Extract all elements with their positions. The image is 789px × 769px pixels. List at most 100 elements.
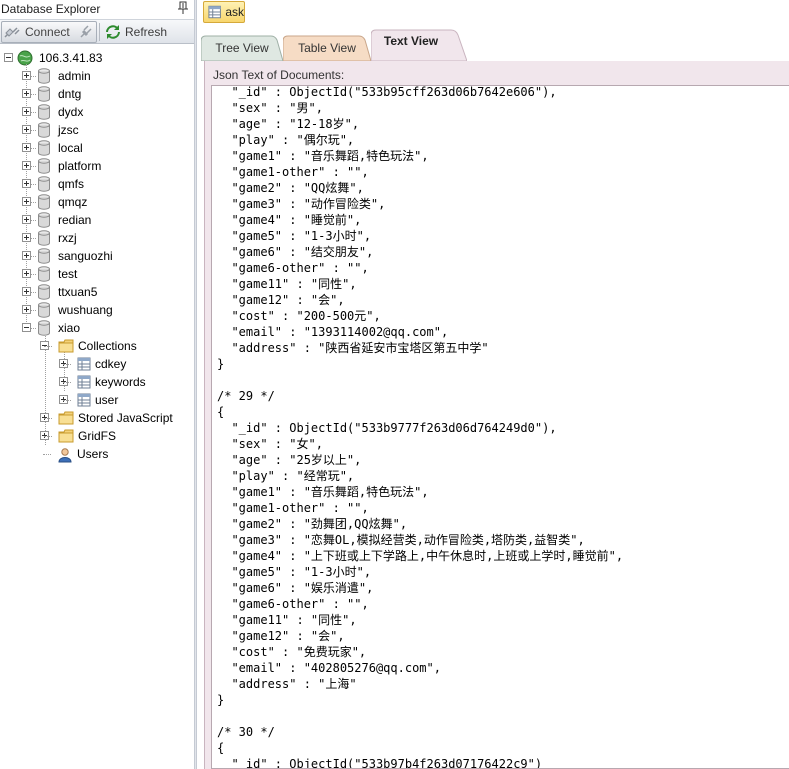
tree-db-redian[interactable]: redian — [0, 211, 194, 229]
database-label: qmqz — [58, 195, 88, 209]
tree-collection-keywords[interactable]: keywords — [0, 373, 194, 391]
server-label: 106.3.41.83 — [39, 51, 103, 65]
expand-icon[interactable] — [22, 161, 31, 170]
tree-db-dydx[interactable]: dydx — [0, 103, 194, 121]
code-line: "game2" : "劲舞团,QQ炫舞", — [217, 517, 408, 531]
collapse-icon[interactable] — [22, 323, 31, 332]
code-line: "game12" : "会", — [217, 293, 345, 307]
code-line: /* 29 */ — [217, 389, 275, 403]
tree-guide-line — [31, 310, 36, 311]
panel-title: Database Explorer — [1, 2, 101, 16]
tree-guide-line — [31, 184, 36, 185]
document-area: ask Tree View Table View Text View Json … — [197, 0, 789, 769]
tree-db-local[interactable]: local — [0, 139, 194, 157]
tree-db-sanguozhi[interactable]: sanguozhi — [0, 247, 194, 265]
expand-icon[interactable] — [22, 107, 31, 116]
database-label: jzsc — [58, 123, 79, 137]
code-line: "age" : "25岁以上", — [217, 453, 362, 467]
tree-collection-keywords-label: keywords — [95, 375, 146, 389]
collection-table-icon — [208, 5, 221, 19]
json-text-editor[interactable]: "_id" : ObjectId("533b95cff263d06b7642e6… — [211, 85, 789, 769]
tree-guide-line — [63, 400, 71, 401]
code-line: "sex" : "女", — [217, 437, 323, 451]
code-line: "_id" : ObjectId("533b97b4f263d07176422c… — [217, 757, 543, 769]
expand-icon[interactable] — [22, 71, 31, 80]
refresh-icon — [106, 25, 120, 39]
expand-icon[interactable] — [22, 125, 31, 134]
tree-db-xiao[interactable]: xiao — [0, 319, 194, 337]
expand-icon[interactable] — [22, 251, 31, 260]
tree-db-qmfs[interactable]: qmfs — [0, 175, 194, 193]
tree-users-label: Users — [77, 447, 109, 461]
tree-db-dntg[interactable]: dntg — [0, 85, 194, 103]
expand-icon[interactable] — [22, 143, 31, 152]
tree-db-admin[interactable]: admin — [0, 67, 194, 85]
tree-db-test[interactable]: test — [0, 265, 194, 283]
tab-table-view[interactable]: Table View — [283, 35, 371, 61]
code-line: /* 30 */ — [217, 725, 275, 739]
view-tabstrip: Tree View Table View Text View — [197, 27, 789, 61]
expand-icon[interactable] — [22, 269, 31, 278]
code-line: } — [217, 693, 225, 707]
tree-db-rxzj[interactable]: rxzj — [0, 229, 194, 247]
code-line: "game4" : "睡觉前", — [217, 213, 362, 227]
tree-server-node[interactable]: 106.3.41.83 — [0, 49, 194, 67]
tree-guide-line — [63, 382, 71, 383]
tree-collection-cdkey[interactable]: cdkey — [0, 355, 194, 373]
expand-icon[interactable] — [22, 179, 31, 188]
connect-label: Connect — [25, 25, 70, 39]
tree-folder-stored-javascript[interactable]: Stored JavaScript — [0, 409, 194, 427]
tab-tree-view[interactable]: Tree View — [201, 35, 283, 61]
tab-tree-view-label: Tree View — [215, 41, 269, 55]
tree-db-qmqz[interactable]: qmqz — [0, 193, 194, 211]
tree-db-platform[interactable]: platform — [0, 157, 194, 175]
code-line: "game3" : "恋舞OL,模拟经营类,动作冒险类,塔防类,益智类", — [217, 533, 585, 547]
code-line: "game11" : "同性", — [217, 277, 357, 291]
code-line: "game12" : "会", — [217, 629, 345, 643]
tree-folder-collections[interactable]: Collections — [0, 337, 194, 355]
document-tab-ask[interactable]: ask — [203, 1, 245, 23]
pin-icon[interactable] — [177, 1, 189, 15]
tree-folder-collections-label: Collections — [78, 339, 137, 353]
tree-folder-collections-icon — [58, 339, 74, 356]
code-line: "game6" : "娱乐消遣", — [217, 581, 374, 595]
code-line: "cost" : "免费玩家", — [217, 645, 367, 659]
code-line: "address" : "上海" — [217, 677, 357, 691]
expand-icon[interactable] — [22, 215, 31, 224]
expand-icon[interactable] — [22, 287, 31, 296]
code-line: "sex" : "男", — [217, 101, 323, 115]
database-label: rxzj — [58, 231, 77, 245]
tree-db-jzsc[interactable]: jzsc — [0, 121, 194, 139]
tree-guide-line — [31, 292, 36, 293]
tree-folder-gridfs-label: GridFS — [78, 429, 117, 443]
server-globe-icon — [17, 50, 33, 66]
code-line: "game6-other" : "", — [217, 261, 369, 275]
database-label: ttxuan5 — [58, 285, 98, 299]
code-line: "age" : "12-18岁", — [217, 117, 360, 131]
tree-guide-line — [31, 166, 36, 167]
tree-guide-line — [31, 76, 36, 77]
database-label: redian — [58, 213, 92, 227]
collapse-icon[interactable] — [4, 53, 13, 62]
connect-icon — [4, 27, 20, 38]
tab-text-view[interactable]: Text View — [371, 29, 467, 61]
database-explorer-panel: Database Explorer Connect Refresh 106.3.… — [0, 0, 194, 769]
tree-users[interactable]: Users — [0, 445, 194, 463]
expand-icon[interactable] — [22, 305, 31, 314]
tree-db-wushuang[interactable]: wushuang — [0, 301, 194, 319]
database-label: qmfs — [58, 177, 85, 191]
tree-guide-line — [31, 220, 36, 221]
tree-collection-user[interactable]: user — [0, 391, 194, 409]
tree-guide-line — [31, 112, 36, 113]
tree-db-ttxuan5[interactable]: ttxuan5 — [0, 283, 194, 301]
connect-button[interactable]: Connect — [1, 21, 97, 43]
expand-icon[interactable] — [22, 233, 31, 242]
tree-folder-gridfs[interactable]: GridFS — [0, 427, 194, 445]
refresh-button[interactable]: Refresh — [102, 21, 192, 43]
tree-collection-keywords-icon — [77, 375, 91, 392]
expand-icon[interactable] — [22, 89, 31, 98]
expand-icon[interactable] — [22, 197, 31, 206]
tree-collection-cdkey-icon — [77, 357, 91, 374]
code-line: "game5" : "1-3小时", — [217, 229, 372, 243]
database-label: platform — [58, 159, 102, 173]
